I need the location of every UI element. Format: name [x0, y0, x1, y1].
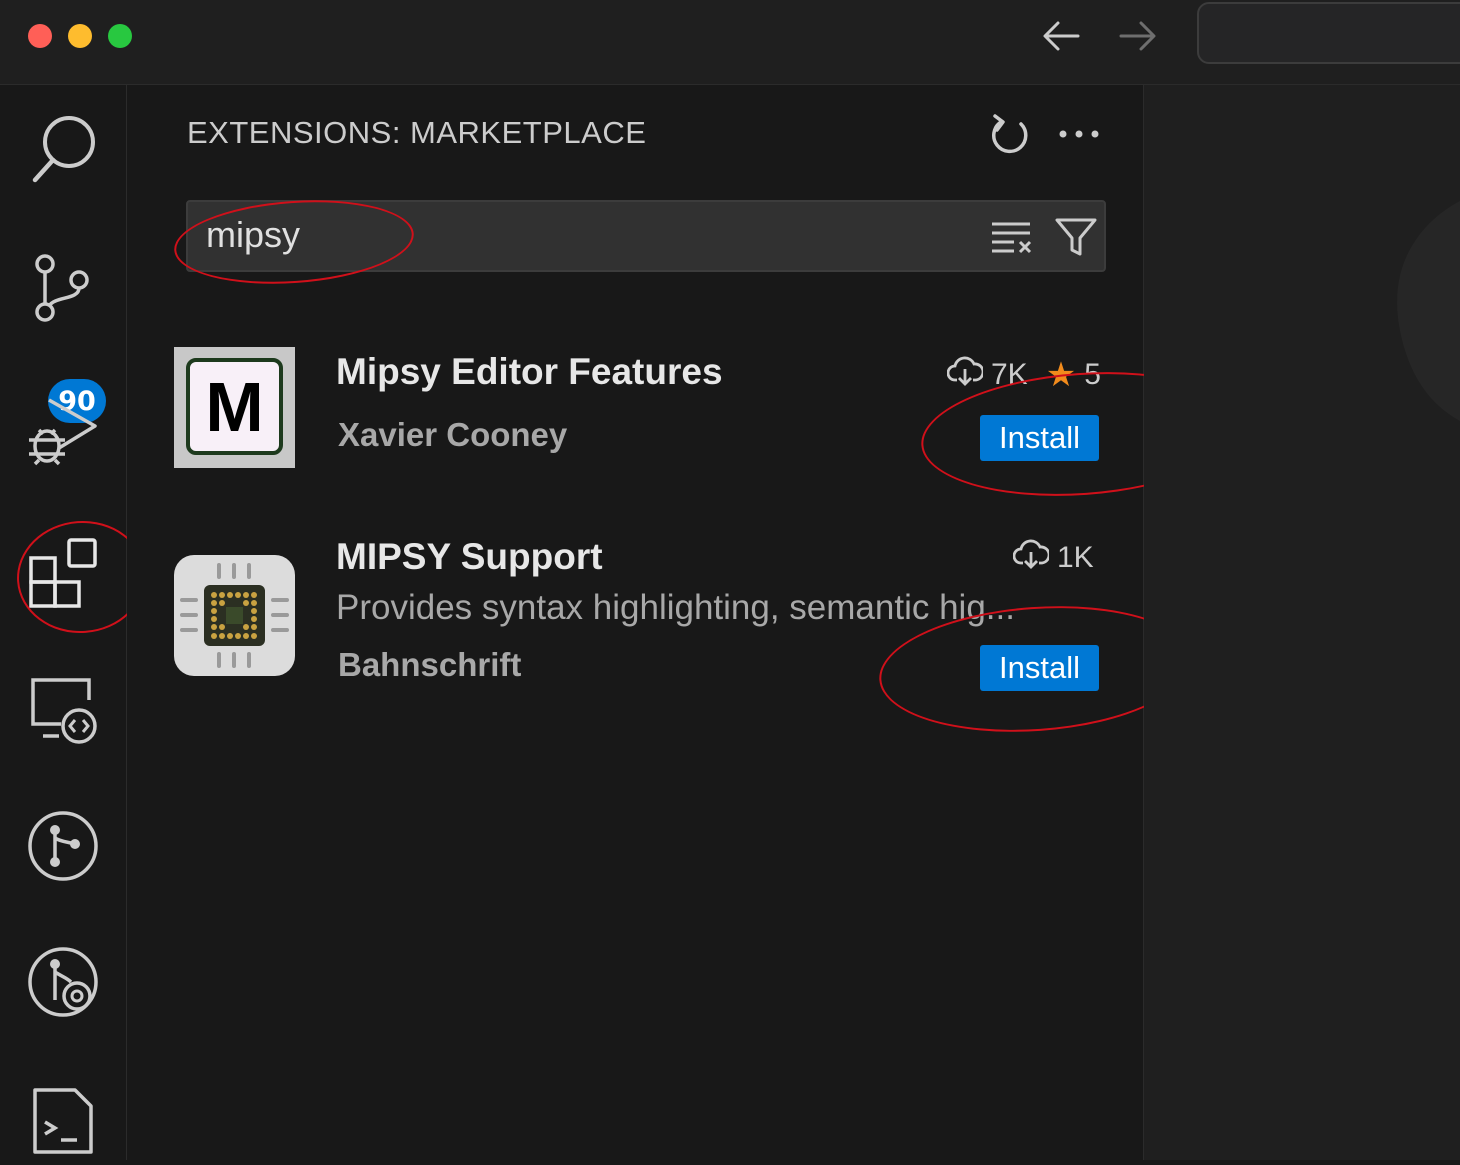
extension-stats: 7K ★ 5	[946, 355, 1101, 395]
extension-stats: 1K	[1012, 539, 1094, 577]
extension-name: Mipsy Editor Features	[336, 351, 723, 392]
arrow-right-icon[interactable]	[1115, 14, 1159, 58]
terminal-icon[interactable]	[18, 1075, 108, 1165]
clear-filter-icon[interactable]	[990, 218, 1034, 256]
watermark-text: cod	[1314, 85, 1460, 562]
extension-publisher: Bahnschrift	[338, 646, 522, 683]
arrow-left-icon[interactable]	[1040, 14, 1084, 58]
star-icon: ★	[1045, 356, 1077, 394]
download-cloud-icon	[946, 356, 985, 394]
download-cloud-icon	[1012, 539, 1051, 577]
extensions-icon[interactable]	[18, 527, 108, 617]
install-button[interactable]: Install	[980, 415, 1099, 461]
sidebar-title: EXTENSIONS: MARKETPLACE	[187, 115, 647, 150]
filter-icon[interactable]	[1054, 216, 1098, 258]
download-count: 1K	[1057, 541, 1094, 574]
search-value: mipsy	[206, 214, 301, 255]
maximize-window-button[interactable]	[108, 24, 132, 48]
run-debug-icon[interactable]	[18, 385, 108, 475]
remote-explorer-icon[interactable]	[18, 663, 108, 753]
logo-letter: M	[186, 358, 283, 455]
editor-area: cod	[1144, 85, 1460, 1160]
extension-description: Provides syntax highlighting, semantic h…	[336, 588, 1015, 627]
install-button[interactable]: Install	[980, 645, 1099, 691]
minimize-window-button[interactable]	[68, 24, 92, 48]
command-center[interactable]	[1197, 2, 1460, 64]
title-bar	[0, 0, 1460, 85]
extensions-sidebar: EXTENSIONS: MARKETPLACE mipsy M Mipsy Ed…	[127, 85, 1247, 1160]
git-lens-icon[interactable]	[18, 937, 108, 1027]
refresh-icon[interactable]	[987, 112, 1031, 156]
extension-search-input[interactable]: mipsy	[186, 200, 1106, 272]
chip-icon	[174, 555, 295, 676]
extension-logo-m-icon: M	[174, 347, 295, 468]
extension-publisher: Xavier Cooney	[338, 416, 568, 453]
source-control-icon[interactable]	[18, 243, 108, 333]
git-graph-icon[interactable]	[18, 801, 108, 891]
rating-value: 5	[1084, 358, 1101, 391]
activity-bar: 90	[0, 85, 150, 1160]
extension-name: MIPSY Support	[336, 536, 603, 577]
download-count: 7K	[991, 358, 1028, 391]
search-icon[interactable]	[18, 105, 108, 195]
ellipsis-icon[interactable]	[1057, 121, 1101, 147]
close-window-button[interactable]	[28, 24, 52, 48]
